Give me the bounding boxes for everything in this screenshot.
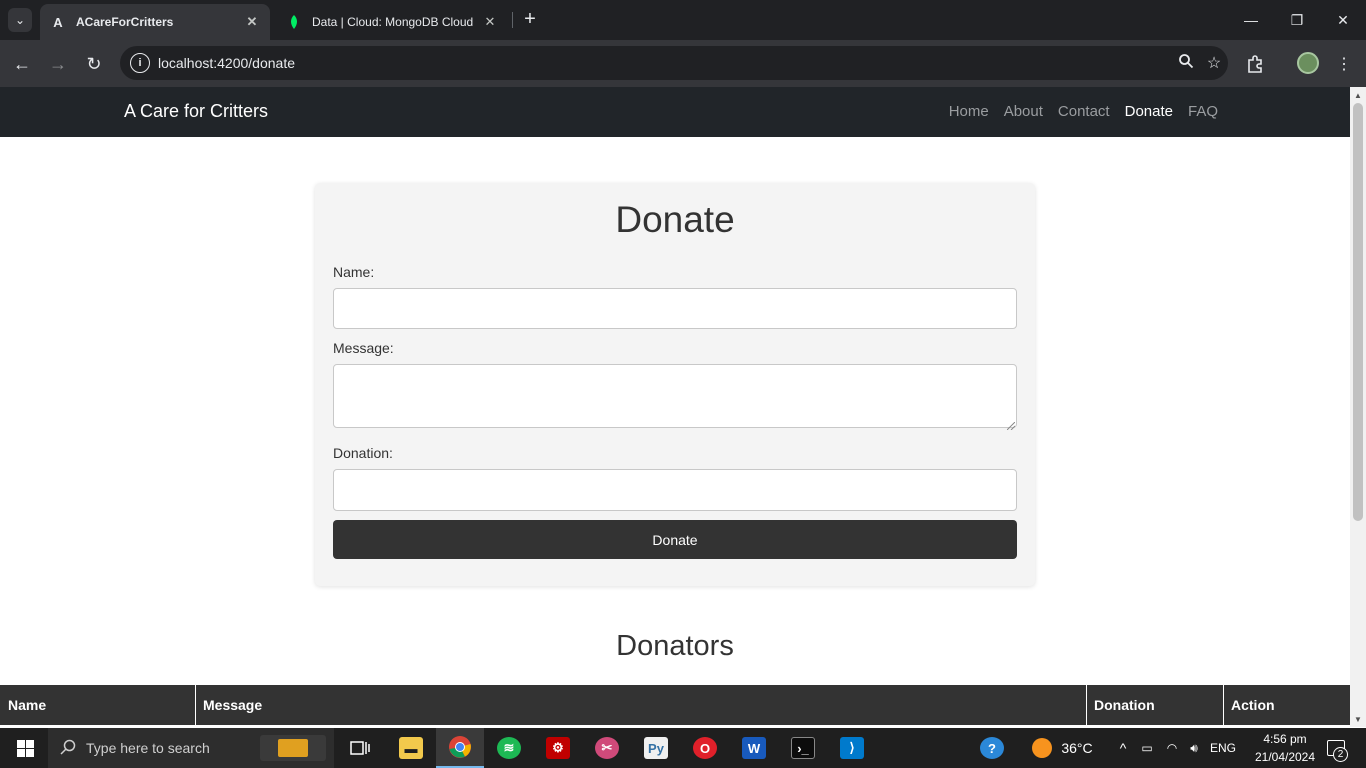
restore-button[interactable]: ❐ xyxy=(1274,0,1320,40)
language-indicator[interactable]: ENG xyxy=(1208,728,1238,768)
clock[interactable]: 4:56 pm 21/04/2024 xyxy=(1250,730,1320,766)
windows-taskbar: Type here to search ▬ ≋ ⚙ ✂ Py O W ›_ ⟩ … xyxy=(0,728,1366,768)
file-explorer-icon[interactable]: ▬ xyxy=(396,728,426,768)
word-icon[interactable]: W xyxy=(739,728,769,768)
mongodb-leaf-icon xyxy=(286,14,302,30)
page-viewport: A Care for Critters Home About Contact D… xyxy=(0,87,1350,727)
tab-title: ACareForCritters xyxy=(76,15,174,29)
python-file-icon[interactable]: Py xyxy=(641,728,671,768)
nav-donate[interactable]: Donate xyxy=(1125,103,1173,120)
tab-mongodb[interactable]: Data | Cloud: MongoDB Cloud ✕ xyxy=(276,4,508,40)
site-navbar: A Care for Critters Home About Contact D… xyxy=(0,87,1350,137)
browser-toolbar: ← → ↻ i localhost:4200/donate ☆ ⋮ xyxy=(0,40,1366,87)
textarea-resize-grip[interactable] xyxy=(1006,417,1016,431)
column-header-action: Action xyxy=(1223,685,1350,725)
bookmark-star-icon[interactable]: ☆ xyxy=(1200,53,1228,73)
site-nav-links: Home About Contact Donate FAQ xyxy=(949,103,1218,120)
game-app-icon[interactable]: ⚙ xyxy=(543,728,573,768)
tab-divider xyxy=(512,12,513,28)
close-window-button[interactable]: ✕ xyxy=(1320,0,1366,40)
zoom-icon[interactable] xyxy=(1172,53,1200,74)
tab-acareforcritters[interactable]: A ACareForCritters ✕ xyxy=(40,4,270,40)
url-text[interactable]: localhost:4200/donate xyxy=(158,55,1172,71)
taskbar-search-box[interactable]: Type here to search xyxy=(48,728,334,768)
donation-input[interactable] xyxy=(333,469,1017,511)
browser-menu-icon[interactable]: ⋮ xyxy=(1332,52,1356,76)
clock-date: 21/04/2024 xyxy=(1254,750,1316,764)
nav-contact[interactable]: Contact xyxy=(1058,103,1110,120)
address-bar[interactable]: i localhost:4200/donate ☆ xyxy=(120,46,1228,80)
search-highlight-image[interactable] xyxy=(260,735,326,761)
scrollbar-thumb[interactable] xyxy=(1353,103,1363,521)
volume-icon[interactable]: 🔊︎ xyxy=(1184,728,1204,768)
donate-submit-button[interactable]: Donate xyxy=(333,520,1017,559)
reload-button[interactable]: ↻ xyxy=(82,52,106,76)
profile-avatar[interactable] xyxy=(1297,52,1319,74)
browser-tab-bar: ⌄ A ACareForCritters ✕ Data | Cloud: Mon… xyxy=(0,0,1366,40)
task-view-icon[interactable] xyxy=(346,728,374,768)
new-tab-button[interactable]: + xyxy=(520,9,540,30)
notifications-icon[interactable]: 2 xyxy=(1322,728,1350,768)
column-header-donation: Donation xyxy=(1086,685,1223,725)
site-brand[interactable]: A Care for Critters xyxy=(124,101,268,122)
search-icon xyxy=(60,739,76,758)
extensions-icon[interactable] xyxy=(1243,52,1267,76)
scroll-up-icon[interactable]: ▲ xyxy=(1350,87,1366,103)
help-icon[interactable]: ? xyxy=(980,728,1004,768)
message-label: Message: xyxy=(333,340,394,356)
snipping-tool-icon[interactable]: ✂ xyxy=(592,728,622,768)
message-textarea[interactable] xyxy=(333,364,1017,428)
nav-faq[interactable]: FAQ xyxy=(1188,103,1218,120)
minimize-button[interactable]: — xyxy=(1228,0,1274,40)
site-info-icon[interactable]: i xyxy=(130,53,150,73)
opera-icon[interactable]: O xyxy=(690,728,720,768)
show-hidden-icons-icon[interactable]: ^ xyxy=(1114,728,1132,768)
terminal-icon[interactable]: ›_ xyxy=(788,728,818,768)
weather-temperature[interactable]: 36°C xyxy=(1060,728,1094,768)
windows-start-icon[interactable] xyxy=(12,728,38,768)
spotify-icon[interactable]: ≋ xyxy=(494,728,524,768)
tab-close-icon[interactable]: ✕ xyxy=(482,14,498,30)
weather-sun-icon[interactable] xyxy=(1030,728,1054,768)
donators-heading: Donators xyxy=(616,630,734,662)
back-button[interactable]: ← xyxy=(10,52,34,76)
vscode-icon[interactable]: ⟩ xyxy=(837,728,867,768)
donate-form-title: Donate xyxy=(615,199,735,240)
tab-title: Data | Cloud: MongoDB Cloud xyxy=(312,15,474,29)
chrome-taskbar-icon[interactable] xyxy=(436,728,484,768)
notification-count: 2 xyxy=(1333,747,1348,762)
search-placeholder: Type here to search xyxy=(86,740,210,756)
clock-time: 4:56 pm xyxy=(1263,732,1307,746)
name-label: Name: xyxy=(333,264,375,280)
donate-form-card: Donate Name: Message: Donation: Donate xyxy=(315,183,1035,586)
column-header-name: Name xyxy=(0,685,195,725)
scroll-down-icon[interactable]: ▼ xyxy=(1350,711,1366,727)
angular-favicon-icon: A xyxy=(53,14,63,30)
page-scrollbar[interactable]: ▲ ▼ xyxy=(1350,87,1366,727)
tab-search-button[interactable]: ⌄ xyxy=(8,8,32,32)
forward-button[interactable]: → xyxy=(46,52,70,76)
column-header-message: Message xyxy=(195,685,1086,725)
wifi-icon[interactable]: ◠ xyxy=(1162,728,1182,768)
donation-label: Donation: xyxy=(333,445,393,461)
nav-home[interactable]: Home xyxy=(949,103,989,120)
tab-close-icon[interactable]: ✕ xyxy=(244,14,260,30)
donators-table-header: Name Message Donation Action xyxy=(0,685,1350,725)
battery-icon[interactable]: ▭ xyxy=(1137,728,1157,768)
nav-about[interactable]: About xyxy=(1004,103,1043,120)
name-input[interactable] xyxy=(333,288,1017,329)
